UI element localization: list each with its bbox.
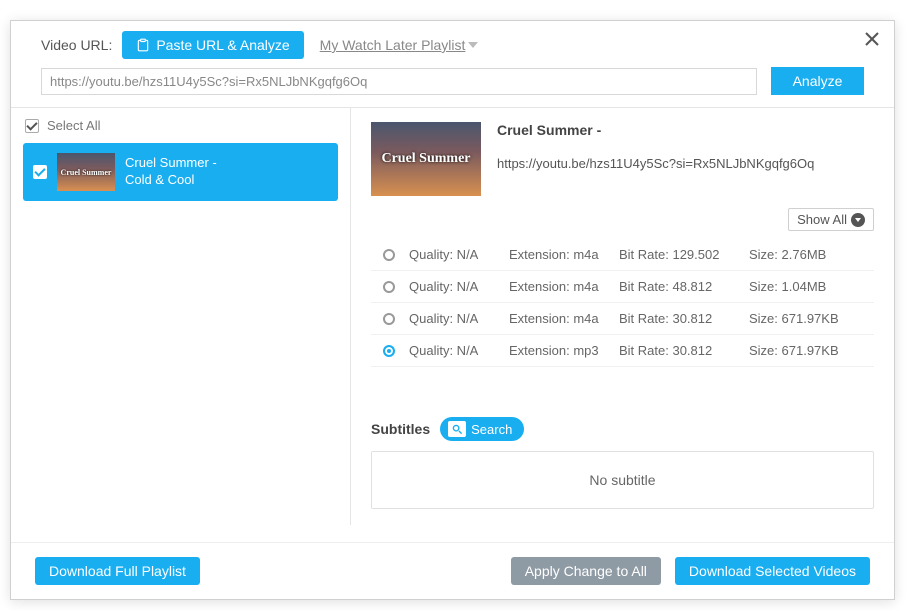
format-bitrate: Bit Rate: 48.812: [619, 279, 749, 294]
main-panel: Cruel Summer Cruel Summer - https://yout…: [351, 108, 894, 525]
paste-url-label: Paste URL & Analyze: [156, 37, 289, 53]
video-thumbnail-large: Cruel Summer: [371, 122, 481, 196]
apply-change-to-all-button[interactable]: Apply Change to All: [511, 557, 661, 585]
thumb-overlay-text-large: Cruel Summer: [381, 151, 470, 167]
video-thumbnail-small: Cruel Summer: [57, 153, 115, 191]
video-item-checkbox[interactable]: [33, 165, 47, 179]
format-bitrate: Bit Rate: 30.812: [619, 343, 749, 358]
format-bitrate: Bit Rate: 129.502: [619, 247, 749, 262]
chevron-down-icon: [468, 42, 478, 48]
format-size: Size: 1.04MB: [749, 279, 868, 294]
sidebar: Select All Cruel Summer Cruel Summer - C…: [11, 108, 351, 525]
search-icon: [448, 421, 466, 437]
close-button[interactable]: [864, 31, 880, 47]
video-item-title: Cruel Summer - Cold & Cool: [125, 155, 217, 189]
watch-later-label: My Watch Later Playlist: [320, 37, 466, 53]
format-extension: Extension: m4a: [509, 311, 619, 326]
sidebar-video-item[interactable]: Cruel Summer Cruel Summer - Cold & Cool: [23, 143, 338, 201]
paste-url-analyze-button[interactable]: Paste URL & Analyze: [122, 31, 303, 59]
format-extension: Extension: mp3: [509, 343, 619, 358]
format-size: Size: 671.97KB: [749, 343, 868, 358]
format-radio[interactable]: [383, 345, 395, 357]
format-quality: Quality: N/A: [409, 343, 509, 358]
download-selected-videos-button[interactable]: Download Selected Videos: [675, 557, 870, 585]
thumb-overlay-text: Cruel Summer: [61, 168, 112, 177]
subtitles-label: Subtitles: [371, 421, 430, 437]
format-extension: Extension: m4a: [509, 247, 619, 262]
format-size: Size: 671.97KB: [749, 311, 868, 326]
format-extension: Extension: m4a: [509, 279, 619, 294]
format-radio[interactable]: [383, 281, 395, 293]
select-all-label: Select All: [47, 118, 100, 133]
format-radio[interactable]: [383, 249, 395, 261]
analyze-button[interactable]: Analyze: [771, 67, 864, 95]
video-item-title-line2: Cold & Cool: [125, 172, 217, 189]
video-url-label: Video URL:: [41, 37, 112, 53]
video-item-title-line1: Cruel Summer -: [125, 155, 217, 172]
show-all-button[interactable]: Show All: [788, 208, 874, 231]
format-bitrate: Bit Rate: 30.812: [619, 311, 749, 326]
format-row[interactable]: Quality: N/AExtension: mp3Bit Rate: 30.8…: [371, 335, 874, 367]
format-quality: Quality: N/A: [409, 279, 509, 294]
chevron-down-circle-icon: [851, 213, 865, 227]
format-row[interactable]: Quality: N/AExtension: m4aBit Rate: 30.8…: [371, 303, 874, 335]
format-row[interactable]: Quality: N/AExtension: m4aBit Rate: 48.8…: [371, 271, 874, 303]
clipboard-icon: [136, 38, 150, 52]
format-table: Quality: N/AExtension: m4aBit Rate: 129.…: [371, 239, 874, 367]
close-icon: [864, 31, 880, 47]
show-all-label: Show All: [797, 212, 847, 227]
format-quality: Quality: N/A: [409, 247, 509, 262]
download-full-playlist-button[interactable]: Download Full Playlist: [35, 557, 200, 585]
video-url-text: https://youtu.be/hzs11U4y5Sc?si=Rx5NLJbN…: [497, 156, 874, 171]
url-input[interactable]: [41, 68, 757, 95]
format-quality: Quality: N/A: [409, 311, 509, 326]
subtitles-search-label: Search: [471, 422, 512, 437]
format-radio[interactable]: [383, 313, 395, 325]
select-all-checkbox[interactable]: [25, 119, 39, 133]
format-row[interactable]: Quality: N/AExtension: m4aBit Rate: 129.…: [371, 239, 874, 271]
watch-later-link[interactable]: My Watch Later Playlist: [320, 37, 479, 53]
format-size: Size: 2.76MB: [749, 247, 868, 262]
video-title: Cruel Summer -: [497, 122, 874, 138]
subtitles-search-button[interactable]: Search: [440, 417, 524, 441]
subtitles-box: No subtitle: [371, 451, 874, 509]
no-subtitle-text: No subtitle: [589, 472, 655, 488]
